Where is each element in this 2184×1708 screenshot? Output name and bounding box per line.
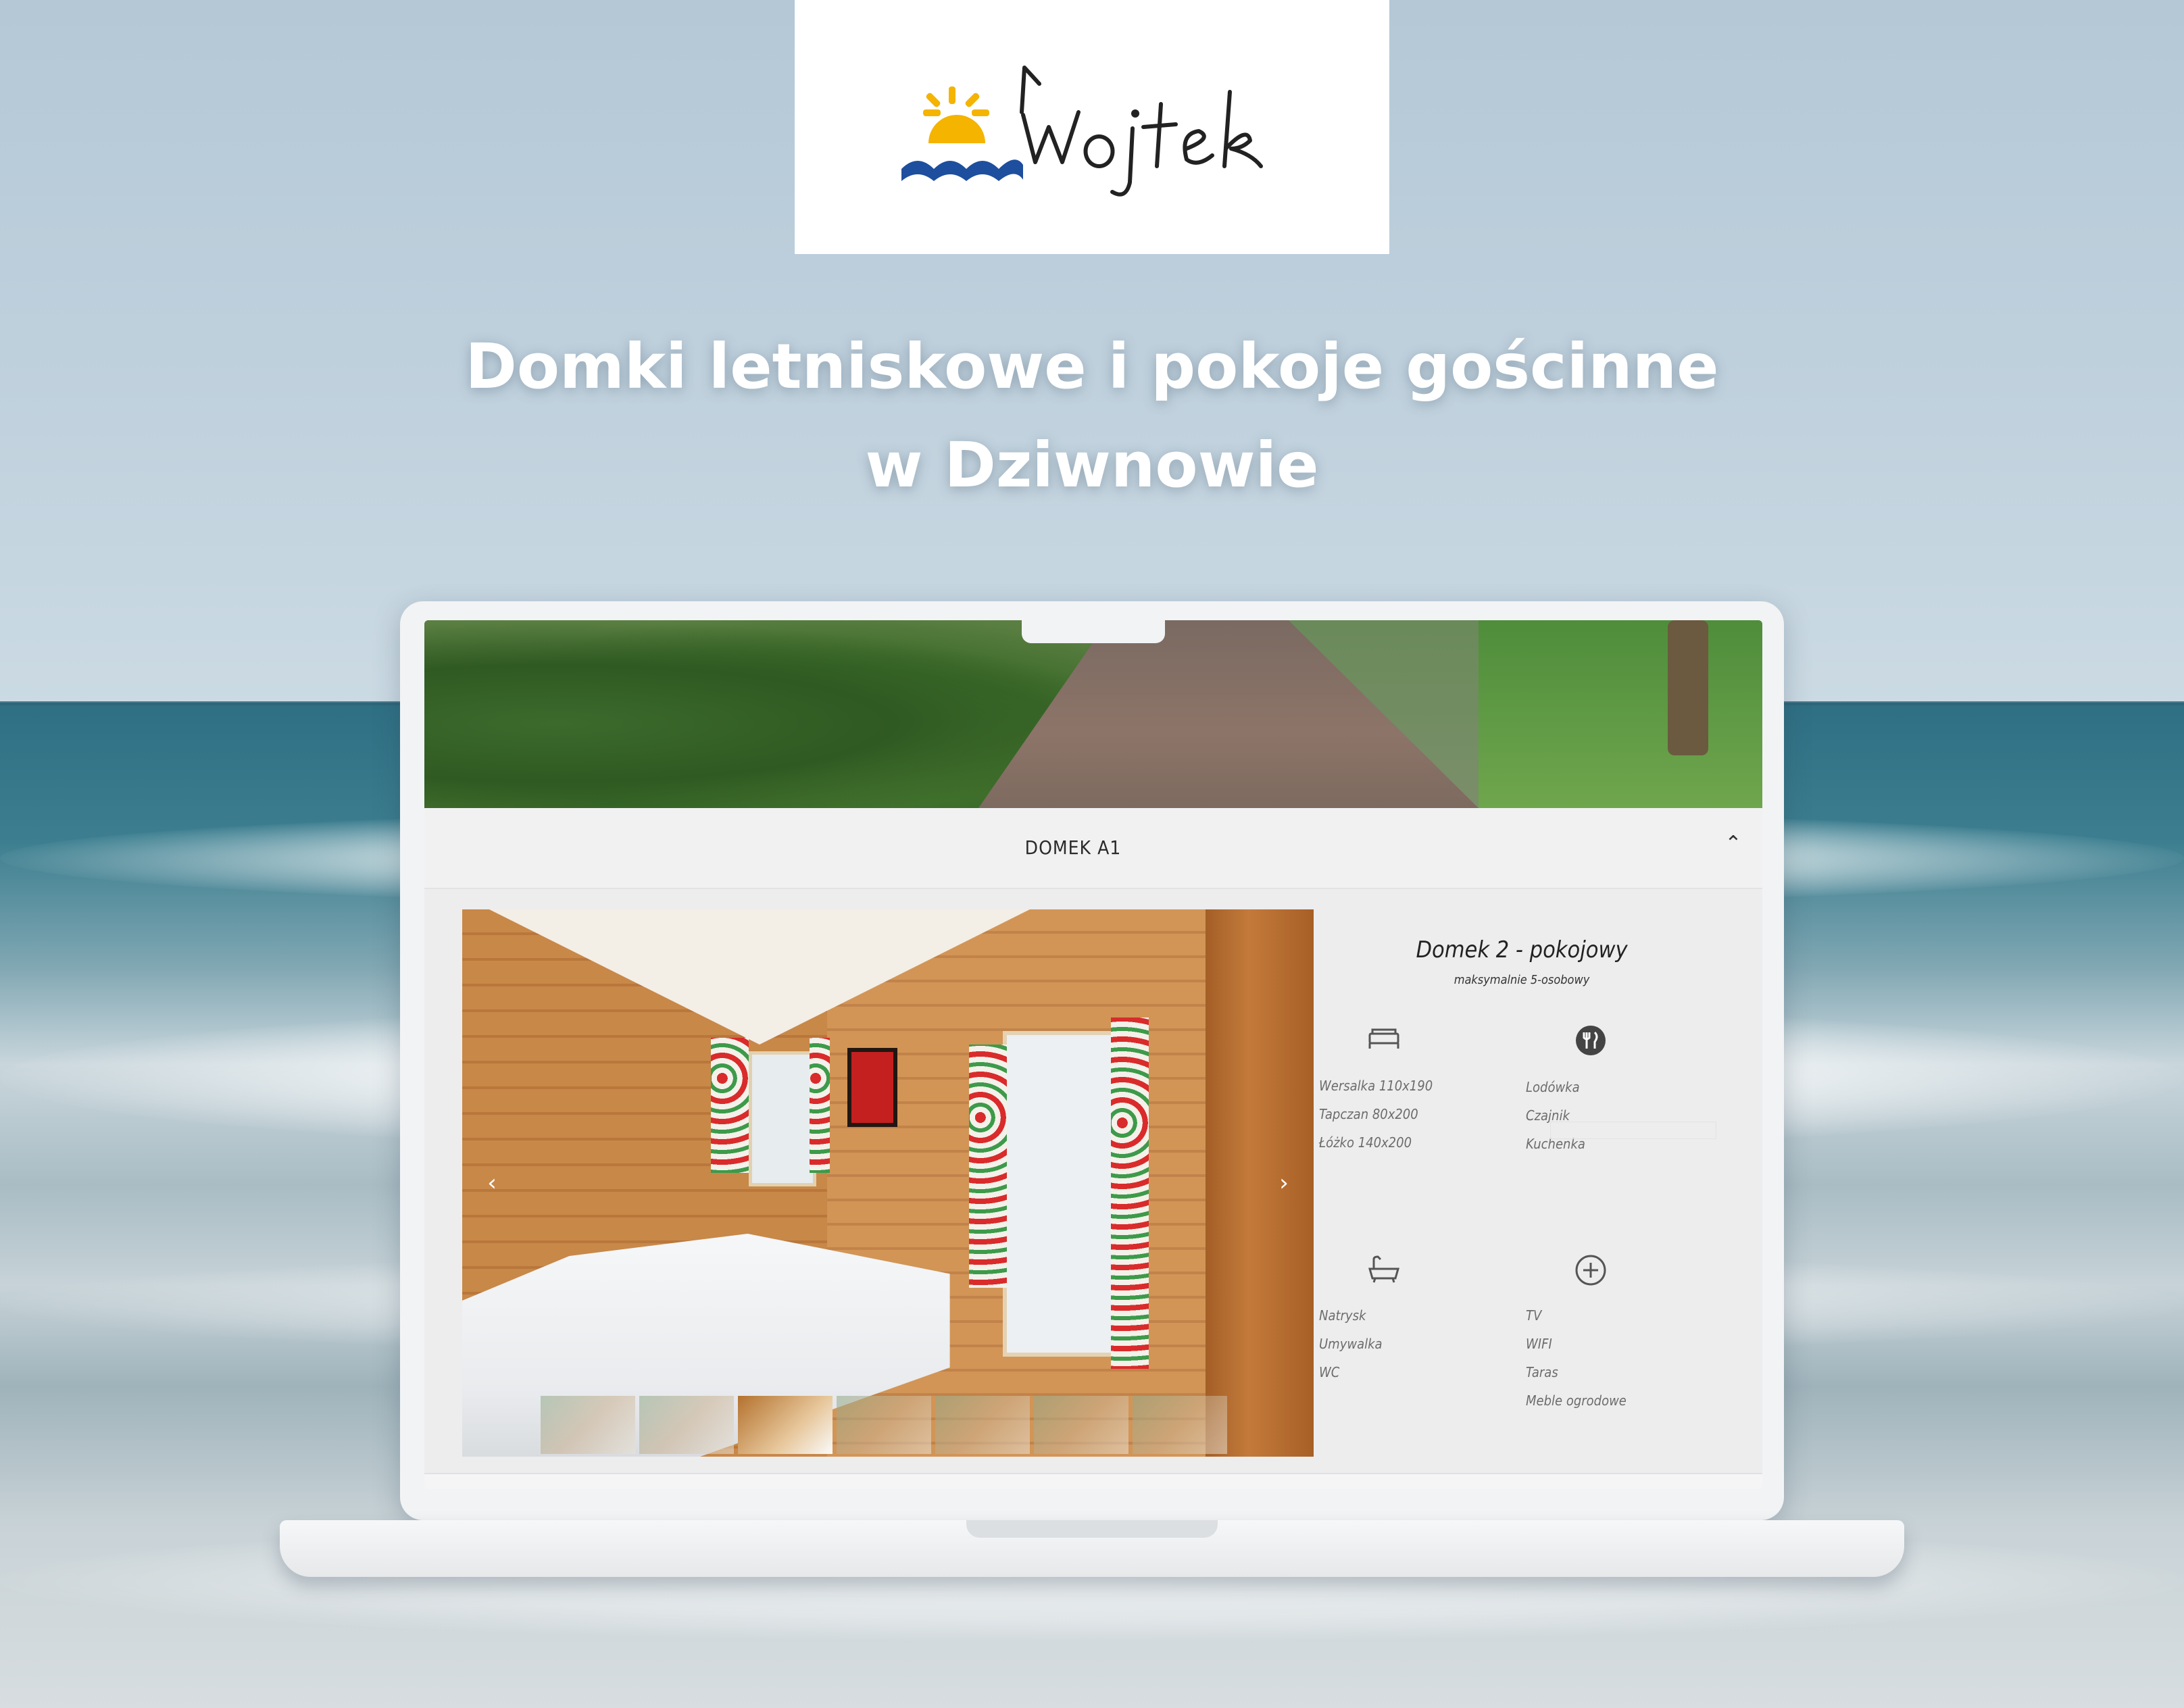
gallery-photo-frame [847, 1048, 897, 1127]
logo-card [795, 0, 1389, 254]
laptop-opening-lip [966, 1520, 1218, 1538]
hero-tree [1668, 620, 1708, 755]
next-accordion-edge [424, 1473, 1762, 1489]
gallery-photo-wardrobe [1206, 909, 1314, 1457]
details-subtitle: maksymalnie 5-osobowy [1454, 973, 1590, 987]
list-item: Tapczan 80x200 [1319, 1106, 1418, 1122]
list-item: WC [1319, 1364, 1340, 1380]
list-item: Natrysk [1319, 1307, 1366, 1324]
list-item: Łóżko 140x200 [1319, 1134, 1412, 1151]
laptop-screen: DOMEK A1 ⌃ ‹ › Domek 2 - pokojowy maksym… [424, 620, 1762, 1489]
gallery-photo-window [749, 1051, 816, 1186]
gallery-thumbnail[interactable] [1133, 1396, 1227, 1454]
camera-notch [1022, 620, 1165, 643]
gallery-thumbnail[interactable] [837, 1396, 931, 1454]
accordion-header[interactable]: DOMEK A1 ⌃ [424, 808, 1762, 889]
chevron-left-icon[interactable]: ‹ [478, 1170, 505, 1197]
page-headline: Domki letniskowe i pokoje gościnne w Dzi… [281, 318, 1903, 515]
gallery-photo-curtain [969, 1045, 1007, 1288]
bed-icon [1364, 1024, 1404, 1058]
gallery-thumbnail[interactable] [935, 1396, 1030, 1454]
headline-line-2: w Dziwnowie [865, 429, 1319, 501]
hero-banner-photo [424, 620, 1762, 808]
list-item: Taras [1526, 1364, 1558, 1380]
gallery-thumbnail[interactable] [639, 1396, 734, 1454]
list-item: TV [1526, 1307, 1542, 1324]
bathroom-list: Natrysk Umywalka WC [1319, 1301, 1522, 1386]
gallery-photo-window [1003, 1031, 1126, 1357]
chevron-up-icon[interactable]: ⌃ [1716, 827, 1750, 861]
kitchen-list: Lodówka Czajnik Kuchenka [1526, 1073, 1729, 1158]
gallery-photo-curtain [810, 1038, 830, 1173]
faint-divider [1550, 1122, 1716, 1139]
bathtub-icon [1364, 1254, 1404, 1288]
details-title: Domek 2 - pokojowy [1416, 936, 1628, 963]
accordion-title: DOMEK A1 [1024, 836, 1122, 859]
gallery-photo-curtain [711, 1038, 749, 1173]
beds-list: Wersalka 110x190 Tapczan 80x200 Łóżko 14… [1319, 1072, 1522, 1157]
photo-gallery[interactable]: ‹ › [462, 909, 1314, 1457]
extras-list: TV WIFI Taras Meble ogrodowe [1526, 1301, 1729, 1415]
list-item: Umywalka [1319, 1336, 1383, 1352]
details-panel: Domek 2 - pokojowy maksymalnie 5-osobowy… [1319, 909, 1762, 1457]
list-item: Wersalka 110x190 [1319, 1078, 1433, 1094]
gallery-thumbnails [541, 1396, 1237, 1454]
gallery-thumbnail[interactable] [1034, 1396, 1128, 1454]
plus-circle-icon [1570, 1254, 1611, 1288]
headline-line-1: Domki letniskowe i pokoje gościnne [465, 330, 1719, 403]
chevron-right-icon[interactable]: › [1270, 1170, 1297, 1197]
hero-lawn [1479, 620, 1762, 808]
list-item: Meble ogrodowe [1526, 1392, 1627, 1409]
gallery-thumbnail-active[interactable] [738, 1396, 833, 1454]
list-item: WIFI [1526, 1336, 1552, 1352]
cutlery-icon [1570, 1024, 1611, 1058]
list-item: Lodówka [1526, 1079, 1580, 1095]
gallery-photo-curtain [1111, 1018, 1149, 1369]
wojtek-logo [901, 66, 1263, 197]
gallery-thumbnail[interactable] [541, 1396, 635, 1454]
